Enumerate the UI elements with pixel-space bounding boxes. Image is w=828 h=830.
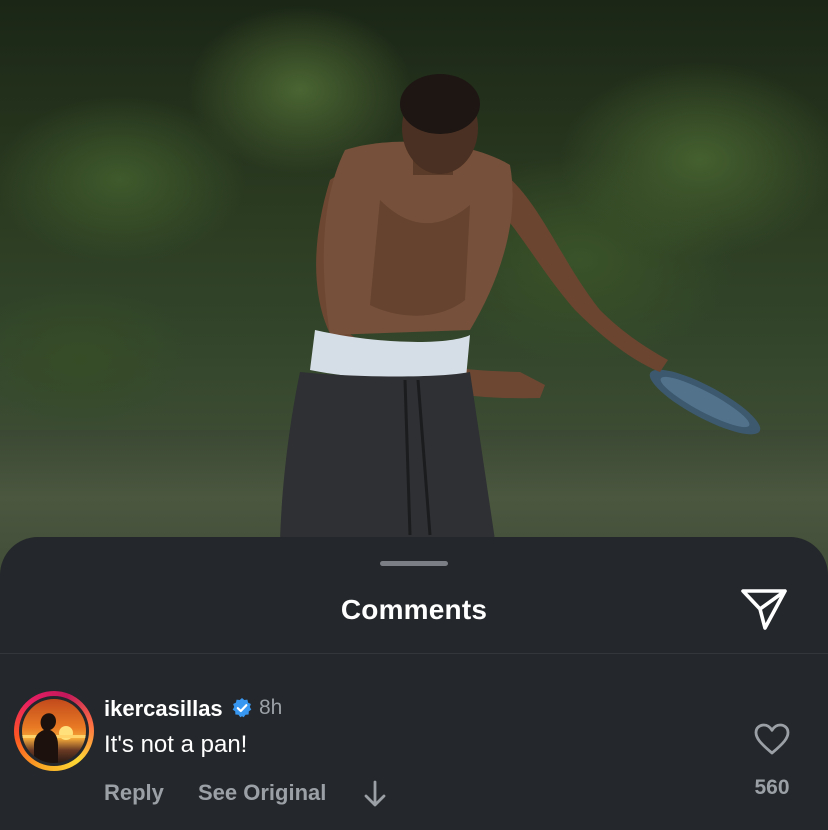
heart-icon[interactable]: [754, 723, 790, 755]
paper-plane-icon[interactable]: [740, 587, 788, 631]
reply-button[interactable]: Reply: [104, 780, 164, 806]
verified-badge-icon: [232, 698, 252, 718]
comment-text: It's not a pan!: [104, 731, 248, 758]
arrow-down-icon[interactable]: [362, 779, 388, 809]
divider: [0, 653, 828, 654]
comment-username[interactable]: ikercasillas: [104, 696, 223, 722]
sheet-title: Comments: [340, 594, 488, 625]
drag-handle[interactable]: [380, 561, 448, 566]
comments-sheet: Comments ikercasillas 8h It's not a pan!…: [0, 537, 828, 830]
comment-timestamp: 8h: [259, 696, 283, 719]
like-count: 560: [754, 776, 790, 799]
avatar-story-ring[interactable]: [14, 691, 94, 771]
see-original-button[interactable]: See Original: [198, 780, 326, 806]
comment-item: ikercasillas 8h It's not a pan! Reply Se…: [0, 687, 828, 830]
avatar-silhouette: [22, 713, 86, 763]
avatar: [22, 699, 86, 763]
post-photo: [0, 0, 828, 600]
person-with-paddle-illustration: [280, 74, 761, 540]
